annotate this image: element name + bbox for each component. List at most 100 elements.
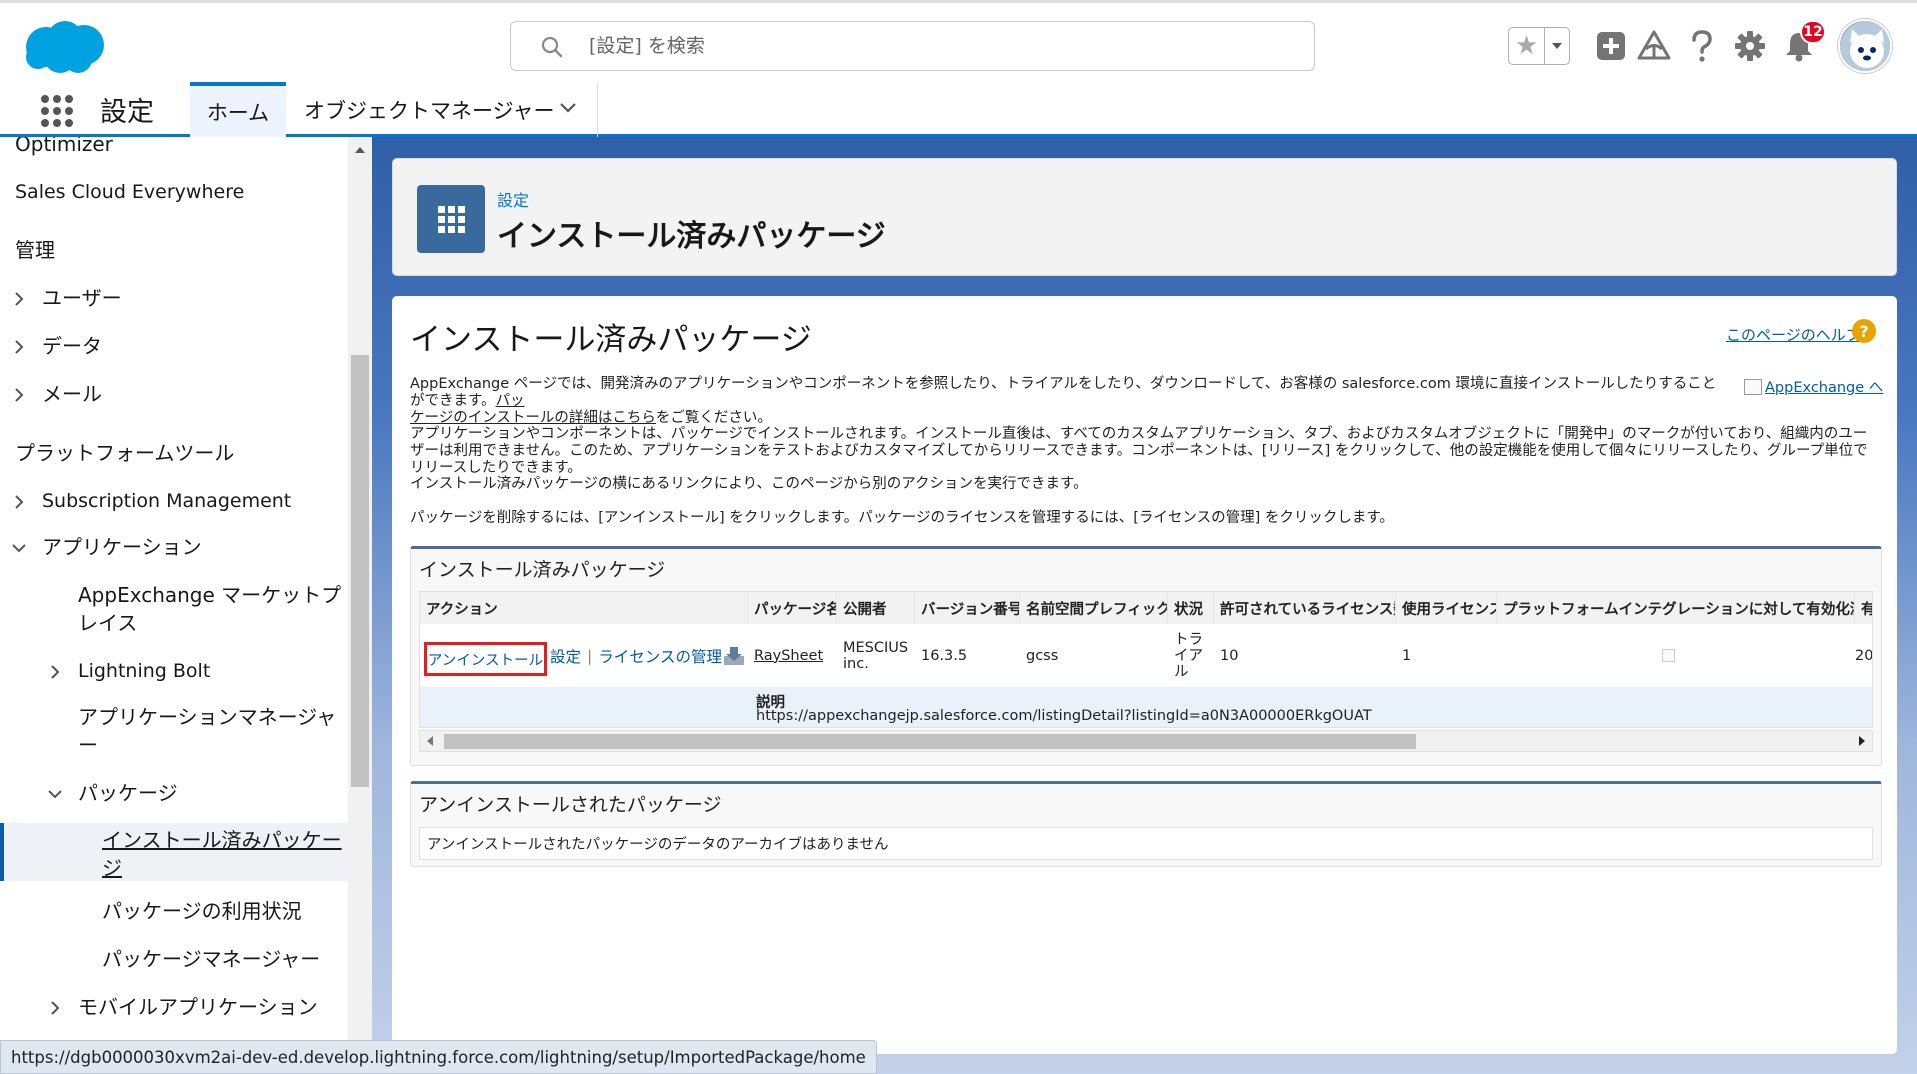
column-header-version[interactable]: バージョン番号 <box>915 592 1020 624</box>
sidebar-item-optimizer[interactable]: Optimizer <box>15 137 363 158</box>
sidebar-item-package-usage[interactable]: パッケージの利用状況 <box>102 897 372 925</box>
sidebar-tree: Optimizer Sales Cloud Everywhere 管理 ユーザー… <box>0 137 348 1074</box>
sidebar-heading-platform-tools: プラットフォームツール <box>15 441 235 465</box>
column-header-status[interactable]: 状況 <box>1168 592 1214 624</box>
manage-licenses-link[interactable]: ライセンスの管理 <box>598 645 722 667</box>
column-header-platform-integration[interactable]: プラットフォームインテグレーションに対して有効化済み <box>1497 592 1855 624</box>
sidebar-item-label: ユーザー <box>42 286 122 310</box>
scroll-right-icon[interactable] <box>1858 735 1866 747</box>
table-horizontal-scrollbar[interactable] <box>419 730 1873 752</box>
intro-tail: をご覧ください。 <box>655 410 772 426</box>
search-icon <box>541 36 563 58</box>
actions-paragraph: インストール済みパッケージの横にあるリンクにより、このページから別のアクションを… <box>410 476 1088 492</box>
chevron-right-icon <box>15 340 24 354</box>
table-scroll-thumb[interactable] <box>444 734 1416 749</box>
setup-grid-icon <box>417 185 485 253</box>
namespace-cell: gcss <box>1026 647 1059 664</box>
sidebar-item-package-manager[interactable]: パッケージマネージャー <box>102 945 372 973</box>
truncated-cell: 20 <box>1855 647 1873 664</box>
column-header-namespace[interactable]: 名前空間プレフィックス <box>1020 592 1168 624</box>
appexchange-image-link[interactable]: AppExchange へ <box>1744 376 1883 397</box>
tab-object-manager[interactable]: オブジェクトマネージャー <box>290 82 598 137</box>
install-details-link-start[interactable]: パッ <box>496 393 525 409</box>
chevron-right-icon <box>51 1001 60 1015</box>
sidebar-item-label: アプリケーション <box>42 535 202 559</box>
search-box[interactable] <box>510 21 1315 71</box>
package-name-link[interactable]: RaySheet <box>748 624 823 687</box>
setup-sidebar: Optimizer Sales Cloud Everywhere 管理 ユーザー… <box>0 137 372 1074</box>
sidebar-scroll-thumb[interactable] <box>351 355 369 787</box>
sidebar-item-sales-cloud-everywhere[interactable]: Sales Cloud Everywhere <box>15 178 363 206</box>
sidebar-item-installed-packages[interactable]: インストール済みパッケージ <box>0 823 348 881</box>
row-actions: 設定 | ライセンスの管理 <box>544 624 722 687</box>
column-header-used-licenses[interactable]: 使用ライセンス <box>1396 592 1497 624</box>
scroll-up-icon[interactable] <box>348 145 372 159</box>
breadcrumb[interactable]: 設定 <box>497 187 529 211</box>
app-launcher-icon[interactable] <box>40 94 74 128</box>
trailhead-icon[interactable] <box>1635 27 1673 65</box>
download-icon[interactable] <box>716 624 746 687</box>
context-bar: 設定 ホーム オブジェクトマネージャー <box>0 82 1917 137</box>
settings-link[interactable]: 設定 <box>550 645 581 667</box>
main-content: インストール済みパッケージ このページのヘルプ ? AppExchange ペー… <box>392 296 1897 1054</box>
sidebar-item-label: メール <box>42 382 102 406</box>
column-header-action: アクション <box>420 592 748 624</box>
intro-text: AppExchange ページでは、開発済みのアプリケーションやコンポーネントを… <box>410 376 1717 409</box>
status-cell: トラ イア ル <box>1168 624 1203 687</box>
bell-icon[interactable]: 12 <box>1780 20 1826 65</box>
uninstalled-packages-section: アンインストールされたパッケージ アンインストールされたパッケージのデータのアー… <box>410 781 1882 867</box>
chevron-down-icon <box>48 790 62 799</box>
version-cell: 16.3.5 <box>921 647 968 664</box>
gear-icon[interactable] <box>1731 27 1769 65</box>
installed-packages-section: インストール済みパッケージ アクション パッケージ名 公開者 バージョン番号 名… <box>410 546 1882 766</box>
salesforce-cloud-icon[interactable] <box>20 17 110 77</box>
intro-paragraph: AppExchange ページでは、開発済みのアプリケーションやコンポーネントを… <box>410 376 1730 427</box>
platform-integration-checkbox <box>1656 624 1675 687</box>
sidebar-heading-admin: 管理 <box>15 238 55 262</box>
appexchange-image-alt: AppExchange へ <box>1765 380 1884 396</box>
favorites-dropdown-icon[interactable] <box>1545 28 1569 64</box>
column-header-package-name[interactable]: パッケージ名 <box>748 592 837 624</box>
avatar[interactable] <box>1838 19 1892 73</box>
column-header-allowed-licenses[interactable]: 許可されているライセンス数 <box>1214 592 1396 624</box>
search-input[interactable] <box>589 31 1289 61</box>
publisher-name: MESCIUS <box>843 639 909 656</box>
description-row: 説明 https://appexchangejp.salesforce.com/… <box>420 687 1872 727</box>
scroll-left-icon[interactable] <box>426 735 434 747</box>
page-title: インストール済みパッケージ <box>497 219 886 254</box>
chevron-right-icon <box>15 292 24 306</box>
column-header-publisher[interactable]: 公開者 <box>837 592 915 624</box>
tab-home[interactable]: ホーム <box>190 82 286 137</box>
notification-badge: 12 <box>1800 20 1826 44</box>
status-line: ル <box>1174 663 1189 680</box>
publisher-cell: MESCIUS inc. <box>837 624 908 687</box>
sidebar-item-label: データ <box>42 334 102 358</box>
page-header: 設定 インストール済みパッケージ <box>392 158 1897 276</box>
section-title: インストール済みパッケージ <box>419 559 666 581</box>
favorites-group: ★ <box>1508 27 1570 65</box>
installed-packages-table: アクション パッケージ名 公開者 バージョン番号 名前空間プレフィックス 状況 … <box>419 591 1873 728</box>
column-header-truncated: 有 <box>1855 592 1872 624</box>
release-paragraph: アプリケーションやコンポーネントは、パッケージでインストールされます。インストー… <box>410 426 1868 476</box>
help-link[interactable]: このページのヘルプ <box>1726 324 1861 345</box>
help-icon[interactable]: ? <box>1852 319 1876 343</box>
description-value: https://appexchangejp.salesforce.com/lis… <box>756 708 1372 724</box>
sidebar-item-appexchange-marketplace[interactable]: AppExchange マーケットプレイス <box>78 581 346 637</box>
install-details-link[interactable]: ケージのインストールの詳細はこちら <box>410 410 656 426</box>
content-title: インストール済みパッケージ <box>410 322 812 358</box>
help-icon[interactable] <box>1683 27 1721 65</box>
section-title: アンインストールされたパッケージ <box>419 794 722 816</box>
sidebar-scrollbar[interactable] <box>348 137 372 1074</box>
global-header: ★ 12 <box>0 0 1917 82</box>
chevron-down-icon[interactable] <box>559 102 577 114</box>
add-icon[interactable] <box>1592 27 1630 65</box>
action-separator: | <box>587 646 593 665</box>
star-icon[interactable]: ★ <box>1509 28 1545 64</box>
uninstall-link[interactable]: アンインストール <box>424 642 547 676</box>
status-line: トラ <box>1174 631 1203 648</box>
sidebar-item-label: Lightning Bolt <box>78 660 211 682</box>
sidebar-item-label: パッケージ <box>78 781 178 805</box>
sidebar-item-app-manager[interactable]: アプリケーションマネージャー <box>78 703 346 759</box>
sidebar-item-label: Subscription Management <box>42 490 292 512</box>
used-licenses-cell: 1 <box>1402 647 1412 664</box>
